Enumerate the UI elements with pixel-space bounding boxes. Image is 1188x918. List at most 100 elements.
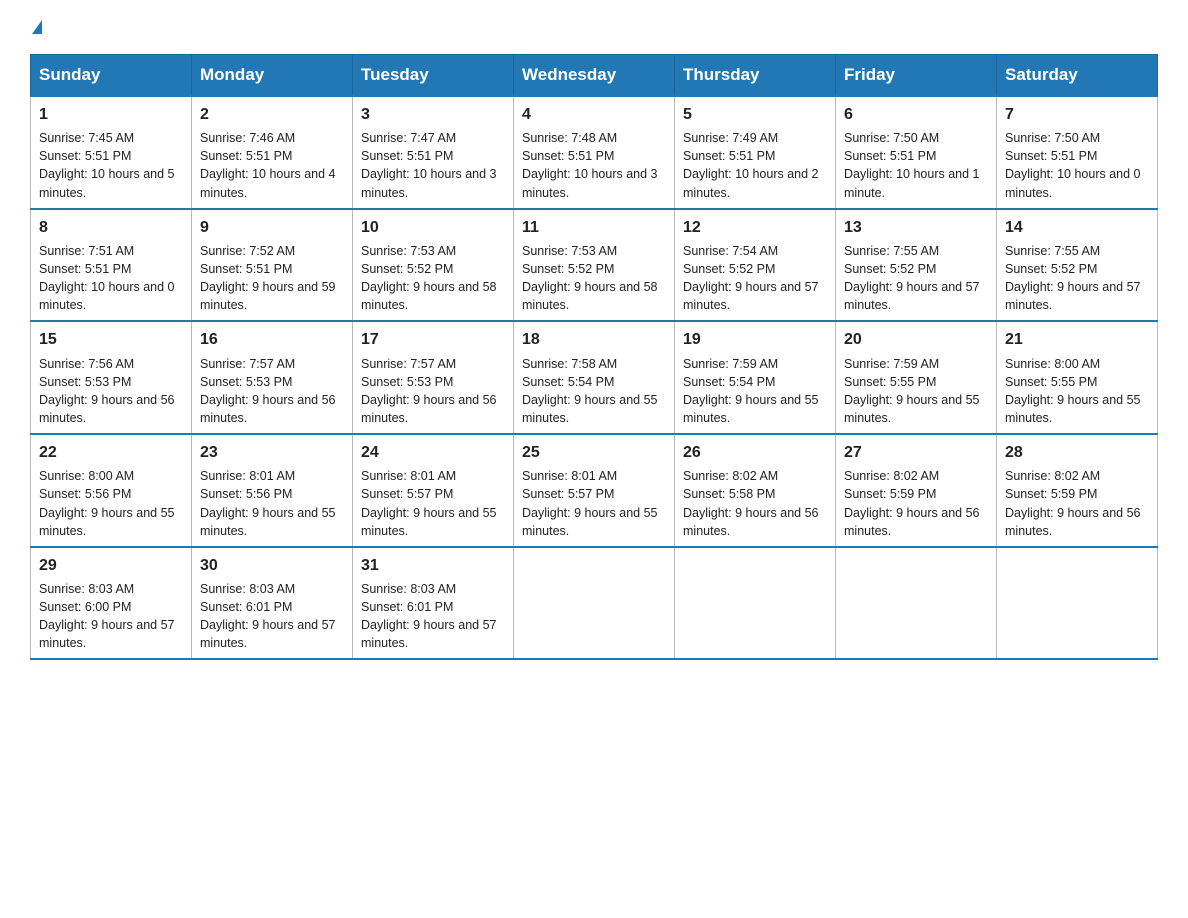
cell-content: Sunrise: 7:55 AMSunset: 5:52 PMDaylight:… xyxy=(1005,242,1149,315)
calendar-cell: 12 Sunrise: 7:54 AMSunset: 5:52 PMDayligh… xyxy=(675,209,836,322)
day-number: 30 xyxy=(200,554,344,577)
day-number: 11 xyxy=(522,216,666,239)
cell-content: Sunrise: 7:59 AMSunset: 5:55 PMDaylight:… xyxy=(844,355,988,428)
calendar-table: SundayMondayTuesdayWednesdayThursdayFrid… xyxy=(30,54,1158,660)
cell-content: Sunrise: 7:57 AMSunset: 5:53 PMDaylight:… xyxy=(200,355,344,428)
calendar-cell: 21 Sunrise: 8:00 AMSunset: 5:55 PMDayligh… xyxy=(997,321,1158,434)
calendar-week-row: 15 Sunrise: 7:56 AMSunset: 5:53 PMDayligh… xyxy=(31,321,1158,434)
calendar-cell: 8 Sunrise: 7:51 AMSunset: 5:51 PMDaylight… xyxy=(31,209,192,322)
cell-content: Sunrise: 7:51 AMSunset: 5:51 PMDaylight:… xyxy=(39,242,183,315)
day-number: 23 xyxy=(200,441,344,464)
cell-content: Sunrise: 7:57 AMSunset: 5:53 PMDaylight:… xyxy=(361,355,505,428)
calendar-cell: 29 Sunrise: 8:03 AMSunset: 6:00 PMDayligh… xyxy=(31,547,192,660)
calendar-cell: 26 Sunrise: 8:02 AMSunset: 5:58 PMDayligh… xyxy=(675,434,836,547)
cell-content: Sunrise: 7:53 AMSunset: 5:52 PMDaylight:… xyxy=(522,242,666,315)
day-number: 12 xyxy=(683,216,827,239)
day-number: 15 xyxy=(39,328,183,351)
day-number: 9 xyxy=(200,216,344,239)
calendar-cell: 22 Sunrise: 8:00 AMSunset: 5:56 PMDayligh… xyxy=(31,434,192,547)
day-number: 17 xyxy=(361,328,505,351)
day-number: 5 xyxy=(683,103,827,126)
calendar-header-tuesday: Tuesday xyxy=(353,55,514,97)
cell-content: Sunrise: 8:03 AMSunset: 6:00 PMDaylight:… xyxy=(39,580,183,653)
cell-content: Sunrise: 7:56 AMSunset: 5:53 PMDaylight:… xyxy=(39,355,183,428)
logo-triangle-icon xyxy=(32,20,42,34)
cell-content: Sunrise: 7:48 AMSunset: 5:51 PMDaylight:… xyxy=(522,129,666,202)
day-number: 31 xyxy=(361,554,505,577)
calendar-cell xyxy=(675,547,836,660)
day-number: 2 xyxy=(200,103,344,126)
day-number: 28 xyxy=(1005,441,1149,464)
cell-content: Sunrise: 7:50 AMSunset: 5:51 PMDaylight:… xyxy=(1005,129,1149,202)
calendar-cell: 16 Sunrise: 7:57 AMSunset: 5:53 PMDayligh… xyxy=(192,321,353,434)
day-number: 1 xyxy=(39,103,183,126)
calendar-header-thursday: Thursday xyxy=(675,55,836,97)
day-number: 3 xyxy=(361,103,505,126)
day-number: 6 xyxy=(844,103,988,126)
calendar-week-row: 22 Sunrise: 8:00 AMSunset: 5:56 PMDayligh… xyxy=(31,434,1158,547)
cell-content: Sunrise: 7:53 AMSunset: 5:52 PMDaylight:… xyxy=(361,242,505,315)
calendar-cell: 10 Sunrise: 7:53 AMSunset: 5:52 PMDayligh… xyxy=(353,209,514,322)
day-number: 4 xyxy=(522,103,666,126)
cell-content: Sunrise: 8:00 AMSunset: 5:55 PMDaylight:… xyxy=(1005,355,1149,428)
cell-content: Sunrise: 8:03 AMSunset: 6:01 PMDaylight:… xyxy=(200,580,344,653)
calendar-cell: 27Sunrise: 8:02 AMSunset: 5:59 PMDayligh… xyxy=(836,434,997,547)
calendar-header-wednesday: Wednesday xyxy=(514,55,675,97)
calendar-header-row: SundayMondayTuesdayWednesdayThursdayFrid… xyxy=(31,55,1158,97)
cell-content: Sunrise: 7:49 AMSunset: 5:51 PMDaylight:… xyxy=(683,129,827,202)
cell-content: Sunrise: 7:50 AMSunset: 5:51 PMDaylight:… xyxy=(844,129,988,202)
calendar-cell: 24 Sunrise: 8:01 AMSunset: 5:57 PMDayligh… xyxy=(353,434,514,547)
calendar-cell: 20 Sunrise: 7:59 AMSunset: 5:55 PMDayligh… xyxy=(836,321,997,434)
page-header xyxy=(30,20,1158,34)
calendar-cell: 11 Sunrise: 7:53 AMSunset: 5:52 PMDayligh… xyxy=(514,209,675,322)
calendar-cell xyxy=(997,547,1158,660)
cell-content: Sunrise: 8:02 AMSunset: 5:58 PMDaylight:… xyxy=(683,467,827,540)
calendar-cell: 30 Sunrise: 8:03 AMSunset: 6:01 PMDayligh… xyxy=(192,547,353,660)
calendar-week-row: 8 Sunrise: 7:51 AMSunset: 5:51 PMDaylight… xyxy=(31,209,1158,322)
calendar-cell: 17 Sunrise: 7:57 AMSunset: 5:53 PMDayligh… xyxy=(353,321,514,434)
calendar-cell: 23 Sunrise: 8:01 AMSunset: 5:56 PMDayligh… xyxy=(192,434,353,547)
calendar-cell: 15 Sunrise: 7:56 AMSunset: 5:53 PMDayligh… xyxy=(31,321,192,434)
cell-content: Sunrise: 8:01 AMSunset: 5:57 PMDaylight:… xyxy=(361,467,505,540)
calendar-cell: 14 Sunrise: 7:55 AMSunset: 5:52 PMDayligh… xyxy=(997,209,1158,322)
calendar-header-saturday: Saturday xyxy=(997,55,1158,97)
calendar-cell: 19 Sunrise: 7:59 AMSunset: 5:54 PMDayligh… xyxy=(675,321,836,434)
day-number: 22 xyxy=(39,441,183,464)
calendar-week-row: 29 Sunrise: 8:03 AMSunset: 6:00 PMDayligh… xyxy=(31,547,1158,660)
cell-content: Sunrise: 7:59 AMSunset: 5:54 PMDaylight:… xyxy=(683,355,827,428)
day-number: 16 xyxy=(200,328,344,351)
cell-content: Sunrise: 8:02 AMSunset: 5:59 PMDaylight:… xyxy=(1005,467,1149,540)
cell-content: Sunrise: 8:00 AMSunset: 5:56 PMDaylight:… xyxy=(39,467,183,540)
calendar-header-friday: Friday xyxy=(836,55,997,97)
day-number: 14 xyxy=(1005,216,1149,239)
calendar-cell: 2 Sunrise: 7:46 AMSunset: 5:51 PMDaylight… xyxy=(192,96,353,209)
day-number: 21 xyxy=(1005,328,1149,351)
day-number: 20 xyxy=(844,328,988,351)
calendar-cell: 9 Sunrise: 7:52 AMSunset: 5:51 PMDaylight… xyxy=(192,209,353,322)
calendar-cell: 3Sunrise: 7:47 AMSunset: 5:51 PMDaylight… xyxy=(353,96,514,209)
day-number: 24 xyxy=(361,441,505,464)
calendar-cell: 1Sunrise: 7:45 AMSunset: 5:51 PMDaylight… xyxy=(31,96,192,209)
day-number: 8 xyxy=(39,216,183,239)
calendar-cell: 4 Sunrise: 7:48 AMSunset: 5:51 PMDaylight… xyxy=(514,96,675,209)
cell-content: Sunrise: 8:01 AMSunset: 5:56 PMDaylight:… xyxy=(200,467,344,540)
cell-content: Sunrise: 8:03 AMSunset: 6:01 PMDaylight:… xyxy=(361,580,505,653)
cell-content: Sunrise: 7:58 AMSunset: 5:54 PMDaylight:… xyxy=(522,355,666,428)
day-number: 10 xyxy=(361,216,505,239)
calendar-cell: 31 Sunrise: 8:03 AMSunset: 6:01 PMDayligh… xyxy=(353,547,514,660)
calendar-cell: 7Sunrise: 7:50 AMSunset: 5:51 PMDaylight… xyxy=(997,96,1158,209)
calendar-cell: 28 Sunrise: 8:02 AMSunset: 5:59 PMDayligh… xyxy=(997,434,1158,547)
day-number: 29 xyxy=(39,554,183,577)
calendar-cell: 6 Sunrise: 7:50 AMSunset: 5:51 PMDaylight… xyxy=(836,96,997,209)
calendar-header-monday: Monday xyxy=(192,55,353,97)
cell-content: Sunrise: 7:46 AMSunset: 5:51 PMDaylight:… xyxy=(200,129,344,202)
calendar-week-row: 1Sunrise: 7:45 AMSunset: 5:51 PMDaylight… xyxy=(31,96,1158,209)
day-number: 27 xyxy=(844,441,988,464)
day-number: 19 xyxy=(683,328,827,351)
day-number: 26 xyxy=(683,441,827,464)
cell-content: Sunrise: 7:55 AMSunset: 5:52 PMDaylight:… xyxy=(844,242,988,315)
calendar-cell xyxy=(514,547,675,660)
cell-content: Sunrise: 7:52 AMSunset: 5:51 PMDaylight:… xyxy=(200,242,344,315)
logo xyxy=(30,20,42,34)
cell-content: Sunrise: 7:54 AMSunset: 5:52 PMDaylight:… xyxy=(683,242,827,315)
